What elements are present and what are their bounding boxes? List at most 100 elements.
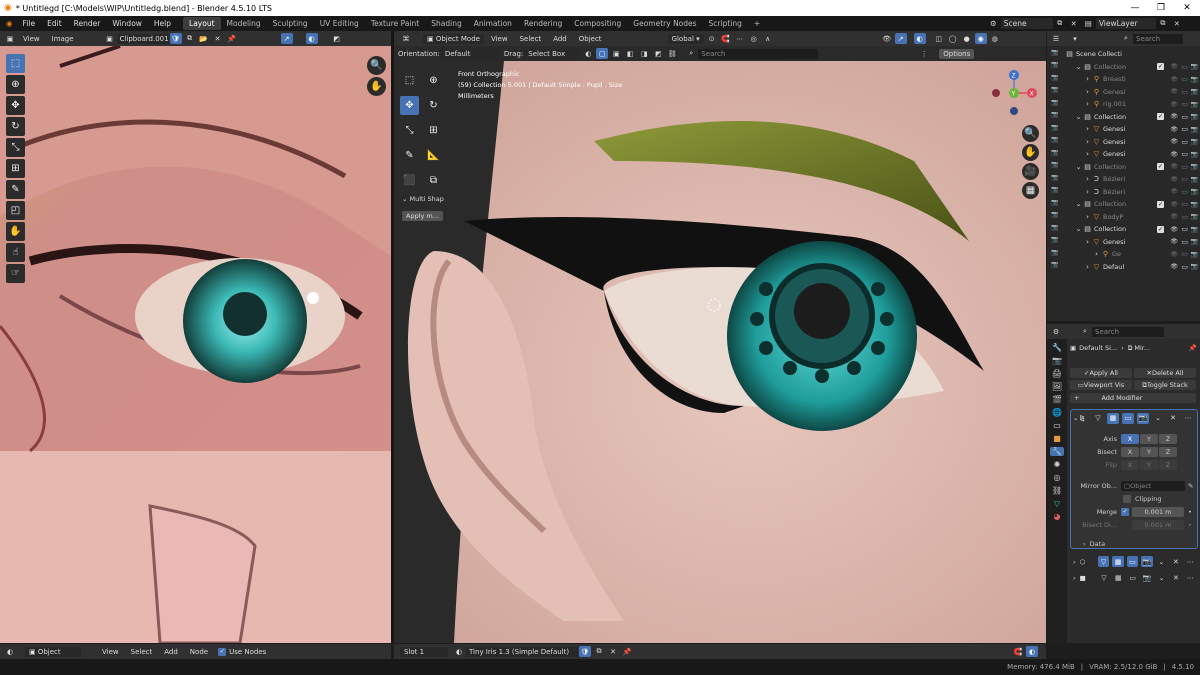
visibility-eye-icon[interactable]: 👁 — [1170, 251, 1178, 258]
gizmo-toggle-icon[interactable]: ↗ — [280, 33, 293, 44]
cursor-tool-icon[interactable]: ⊕ — [424, 71, 443, 90]
collection-tab-icon[interactable]: ▭ — [1053, 421, 1061, 430]
menu-add[interactable]: Add — [553, 35, 567, 43]
scene-tab-icon[interactable]: 🎬 — [1052, 395, 1062, 404]
edit-mode-icon[interactable]: ▽ — [1097, 556, 1110, 567]
close-button[interactable]: ✕ — [1174, 0, 1200, 16]
zoom-icon[interactable]: 🔍 — [367, 56, 386, 75]
pan-icon[interactable]: ✋ — [367, 77, 386, 96]
keyframe-icon[interactable]: • — [1188, 521, 1192, 529]
menu-add[interactable]: Add — [164, 648, 178, 656]
eyedropper-icon[interactable]: ✎ — [1188, 482, 1193, 490]
expand-icon[interactable]: › — [1083, 138, 1092, 146]
camera-icon[interactable]: 📷 — [1047, 246, 1063, 259]
dropdown-icon[interactable]: ⌄ — [1156, 556, 1167, 567]
outliner-item[interactable]: ⌄ ▤ Collection ✓ 👁 ▭ 📷 — [1047, 161, 1200, 174]
blender-menu-icon[interactable]: ◉ — [0, 19, 17, 28]
viewport-disable-icon[interactable]: ▭ — [1181, 213, 1188, 221]
menu-window[interactable]: Window — [106, 19, 148, 28]
render-disable-icon[interactable]: 📷 — [1191, 176, 1198, 183]
menu-view[interactable]: View — [102, 648, 119, 656]
expand-icon[interactable]: › — [1092, 250, 1101, 258]
viewport-disable-icon[interactable]: ▭ — [1181, 225, 1188, 233]
falloff-icon[interactable]: ∧ — [762, 33, 774, 44]
overlay-toggle-icon[interactable]: ◐ — [1026, 646, 1038, 657]
camera-icon[interactable]: 📷 — [1047, 134, 1063, 147]
viewport-disable-icon[interactable]: ▭ — [1181, 188, 1188, 196]
viewport-disable-icon[interactable]: ▭ — [1181, 150, 1188, 158]
dropdown-icon[interactable]: ⌄ — [1156, 572, 1167, 583]
realtime-icon[interactable]: ▭ — [1122, 412, 1134, 424]
merge-checkbox[interactable]: ✓ — [1121, 507, 1129, 516]
viewport-disable-icon[interactable]: ▭ — [1181, 125, 1188, 133]
snap-icon[interactable]: 🧲 — [720, 33, 732, 44]
axis-y-toggle[interactable]: Y — [1140, 433, 1158, 444]
scale-tool-icon[interactable]: ⤡ — [400, 121, 419, 140]
object-tab-icon[interactable]: ■ — [1053, 434, 1061, 443]
viewport-disable-icon[interactable]: ▭ — [1181, 113, 1188, 121]
flip-y-toggle[interactable]: Y — [1140, 459, 1158, 470]
remove-modifier-icon[interactable]: ✕ — [1170, 556, 1181, 567]
menu-image[interactable]: Image — [52, 35, 74, 43]
visibility-icon[interactable]: 👁 — [881, 33, 893, 44]
expand-icon[interactable]: › — [1083, 540, 1086, 548]
render-disable-icon[interactable]: 📷 — [1191, 113, 1198, 120]
exclude-checkbox[interactable]: ✓ — [1157, 113, 1164, 121]
render-disable-icon[interactable]: 📷 — [1191, 188, 1198, 195]
slot-selector[interactable]: Slot 1 — [400, 646, 448, 657]
cut-tool-icon[interactable]: ◰ — [6, 201, 25, 220]
menu-object[interactable]: Object — [579, 35, 602, 43]
on-cage-icon[interactable]: ▦ — [1107, 412, 1119, 424]
outliner-item[interactable]: › ▽ Genesi 👁 ▭ 📷 — [1047, 136, 1200, 149]
axis-z-toggle[interactable]: Z — [1159, 433, 1177, 444]
remove-modifier-icon[interactable]: ✕ — [1170, 572, 1181, 583]
modifier-tab-icon[interactable]: 🔧 — [1050, 447, 1064, 456]
exclude-checkbox[interactable]: ✓ — [1157, 63, 1164, 71]
pivot-icon[interactable]: ⊙ — [706, 33, 718, 44]
menu-edit[interactable]: Edit — [41, 19, 68, 28]
tab-uv-editing[interactable]: UV Editing — [314, 17, 365, 30]
outliner-item[interactable]: ▤ Scene Collecti — [1047, 48, 1200, 61]
navigation-gizmo[interactable]: Z X Y — [988, 67, 1040, 119]
orientation-dropdown[interactable]: Default — [440, 48, 499, 59]
menu-select[interactable]: Select — [520, 35, 542, 43]
tab-compositing[interactable]: Compositing — [568, 17, 627, 30]
camera-icon[interactable]: 📷 — [1047, 146, 1063, 159]
display-mode-icon[interactable]: ▾ — [1069, 33, 1081, 44]
outliner-item[interactable]: ⌄ ▤ Collection ✓ 👁 ▭ 📷 — [1047, 61, 1200, 74]
visibility-eye-icon[interactable]: 👁 — [1170, 101, 1178, 108]
exclude-checkbox[interactable]: ✓ — [1157, 225, 1164, 233]
tab-texture-paint[interactable]: Texture Paint — [365, 17, 425, 30]
viewport-disable-icon[interactable]: ▭ — [1181, 175, 1188, 183]
add-cube-tool-icon[interactable]: ⬛ — [400, 171, 419, 190]
properties-search-input[interactable]: Search — [1092, 326, 1164, 337]
viewport-disable-icon[interactable]: ▭ — [1181, 75, 1188, 83]
viewport-disable-icon[interactable]: ▭ — [1181, 100, 1188, 108]
material-icon[interactable]: ◐ — [582, 48, 594, 59]
tab-shading[interactable]: Shading — [425, 17, 467, 30]
expand-icon[interactable]: ⌄ — [1074, 63, 1083, 71]
options-icon[interactable]: ⋮ — [918, 48, 930, 59]
viewport-disable-icon[interactable]: ▭ — [1181, 163, 1188, 171]
visibility-eye-icon[interactable]: 👁 — [1170, 163, 1178, 170]
data-tab-icon[interactable]: ▽ — [1054, 499, 1060, 508]
select-mode-invert-icon[interactable]: ◨ — [638, 48, 650, 59]
add-primitive-tool-icon[interactable]: ⧉ — [424, 171, 443, 190]
constraints-tab-icon[interactable]: ⛓ — [1052, 486, 1062, 495]
visibility-eye-icon[interactable]: 👁 — [1170, 126, 1178, 133]
bisect-distance-field[interactable]: 0.001 m — [1132, 519, 1184, 530]
fake-user-icon[interactable]: 🛡 — [579, 646, 591, 657]
transform-orientation[interactable]: Global ▾ — [667, 33, 704, 44]
expand-icon[interactable]: › — [1083, 125, 1092, 133]
visibility-eye-icon[interactable]: 👁 — [1170, 63, 1178, 70]
rendered-shading-icon[interactable]: ◍ — [989, 33, 1001, 44]
outliner-item[interactable]: › ▽ Defaul 👁 ▭ 📷 — [1047, 261, 1200, 274]
render-disable-icon[interactable]: 📷 — [1191, 76, 1198, 83]
render-disable-icon[interactable]: 📷 — [1191, 263, 1198, 270]
clipping-checkbox[interactable] — [1123, 494, 1131, 503]
flip-z-toggle[interactable]: Z — [1159, 459, 1177, 470]
wireframe-shading-icon[interactable]: ◯ — [947, 33, 959, 44]
editor-type-icon[interactable]: ◐ — [4, 646, 16, 657]
edit-mode-icon[interactable]: ▽ — [1092, 413, 1104, 424]
camera-icon[interactable]: 📷 — [1047, 171, 1063, 184]
